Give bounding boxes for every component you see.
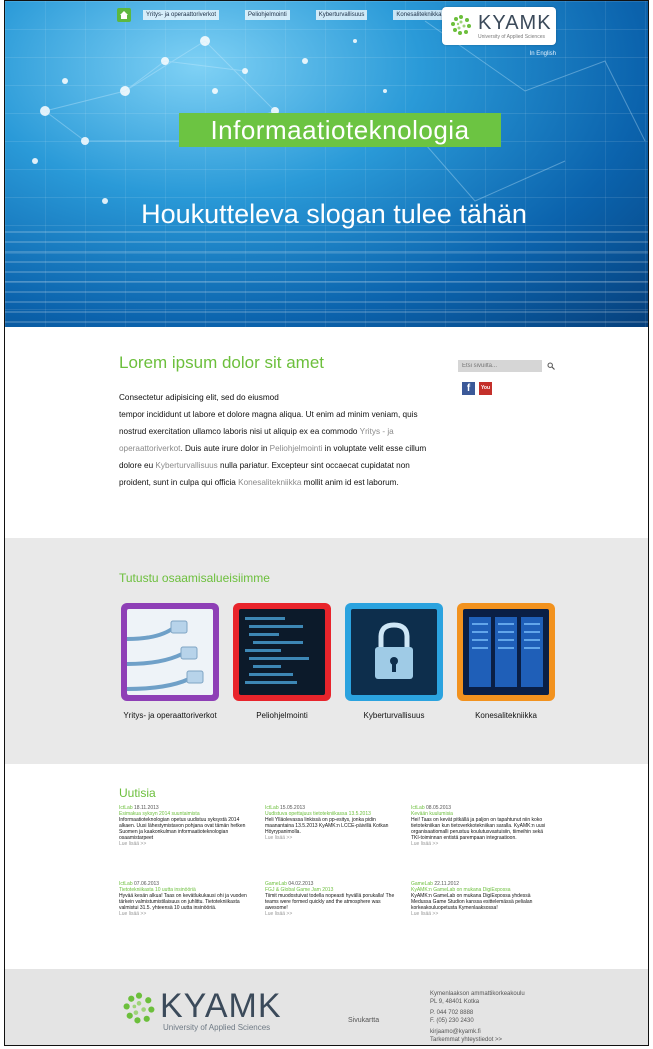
language-link[interactable]: In English [530, 51, 556, 57]
news-read-more[interactable]: Lue lisää >> [411, 841, 438, 847]
hero-stripes [5, 231, 648, 327]
intro-link-game-programming[interactable]: Peliohjelmointi [270, 444, 323, 453]
search-input[interactable] [458, 360, 542, 372]
footer-contact: Kymenlaakson ammattikorkeakoulu PL 9, 48… [430, 991, 570, 1044]
news-read-more[interactable]: Lue lisää >> [411, 911, 438, 917]
footer-address-2: PL 9, 48401 Kotka [430, 998, 480, 1005]
news-item: GameLab 04.02.2013 FGJ & Global Game Jam… [265, 881, 401, 917]
footer-logo-name: KYAMK [160, 987, 282, 1025]
padlock-image [351, 609, 437, 695]
footer-logo-mark-icon [123, 992, 155, 1024]
nav-item-cybersecurity[interactable]: Kyberturvallisuus [315, 10, 368, 20]
nav-item-networks[interactable]: Yritys- ja operaattoriverkot [143, 10, 220, 20]
logo-name: KYAMK [478, 12, 552, 34]
header-logo[interactable]: KYAMK University of Applied Sciences [442, 7, 556, 45]
tile-cybersecurity[interactable] [345, 603, 443, 701]
footer: KYAMK University of Applied Sciences Siv… [5, 969, 648, 1045]
news-read-more[interactable]: Lue lisää >> [119, 841, 146, 847]
search-icon[interactable] [547, 362, 555, 370]
code-screen-image [239, 609, 325, 695]
intro-body-2: . Duis aute irure dolor in [180, 444, 270, 453]
intro-lead: Consectetur adipisicing elit, sed do eiu… [119, 393, 279, 402]
sitemap-link[interactable]: Sivukartta [348, 1017, 379, 1024]
news-read-more[interactable]: Lue lisää >> [265, 911, 292, 917]
network-cable-image [125, 609, 213, 695]
news-item: IctLab 18.11.2013 Esimakua syksyn 2014 s… [119, 805, 255, 847]
home-icon [120, 11, 128, 19]
facebook-icon[interactable]: f [462, 382, 475, 395]
intro-link-cybersecurity[interactable]: Kyberturvallisuus [155, 461, 217, 470]
areas-title: Tutustu osaamisalueisiimme [119, 571, 270, 585]
youtube-icon[interactable]: You Tube [479, 382, 492, 404]
news-read-more[interactable]: Lue lisää >> [119, 911, 146, 917]
tile-label-datacenter[interactable]: Konesalitekniikka [451, 711, 561, 720]
news-item: IctLab 07.06.2013 Tietotekniikasta 10 uu… [119, 881, 255, 917]
intro-link-datacenter[interactable]: Konesalitekniikka [238, 478, 301, 487]
news-body: Tiimit muodostuivat todella nopeasti hyv… [265, 893, 395, 911]
footer-contact-link[interactable]: Tarkemmat yhteystiedot >> [430, 1037, 502, 1043]
page-frame: Yritys- ja operaattoriverkot Peliohjelmo… [4, 0, 649, 1046]
footer-email[interactable]: kirjaamo@kyamk.fi [430, 1029, 481, 1035]
news-title: Uutisia [119, 786, 156, 800]
intro-body-5: mollit anim id est laborum. [301, 478, 399, 487]
intro-text: Consectetur adipisicing elit, sed do eiu… [119, 389, 439, 491]
home-button[interactable] [117, 8, 131, 22]
tile-label-cybersecurity[interactable]: Kyberturvallisuus [339, 711, 449, 720]
news-body: Hei! Taas on kevät pitkällä ja paljon on… [411, 817, 546, 841]
nav-item-datacenter[interactable]: Konesaliteknikka [393, 10, 445, 20]
footer-fax: F. (05) 230 2430 [430, 1017, 474, 1024]
logo-subtitle: University of Applied Sciences [478, 34, 545, 40]
news-body: KyAMK:n GameLab on mukana DigiExpossa yh… [411, 893, 533, 911]
footer-phone: P. 044 702 8888 [430, 1010, 474, 1016]
nav-item-game-programming[interactable]: Peliohjelmointi [245, 10, 290, 20]
news-body: Heli Ylläolevassa linkissä on pp-esitys,… [265, 817, 389, 835]
footer-address-1: Kymenlaakson ammattikorkeakoulu [430, 991, 525, 997]
footer-logo-subtitle: University of Applied Sciences [163, 1023, 271, 1032]
logo-mark-icon [451, 15, 471, 35]
news-item: GameLab 22.11.2012 KyAMK:n GameLab on mu… [411, 881, 547, 917]
tile-label-game-programming[interactable]: Peliohjelmointi [227, 711, 337, 720]
tile-networks[interactable] [121, 603, 219, 701]
hero-banner: Yritys- ja operaattoriverkot Peliohjelmo… [5, 1, 648, 327]
hero-title-banner: Informaatioteknologia [179, 113, 501, 147]
hero-slogan: Houkutteleva slogan tulee tähän [141, 199, 527, 229]
tile-datacenter[interactable] [457, 603, 555, 701]
tile-label-networks[interactable]: Yritys- ja operaattoriverkot [115, 711, 225, 720]
server-room-image [463, 609, 549, 695]
tile-game-programming[interactable] [233, 603, 331, 701]
news-body: Informaatioteknologian opetus uudistuu s… [119, 817, 246, 841]
news-item: IctLab 15.05.2013 Uudistuva opettajuus t… [265, 805, 401, 841]
news-read-more[interactable]: Lue lisää >> [265, 835, 292, 841]
news-body: Hyvää kesän alkua! Taas on kevätlukukaus… [119, 893, 247, 911]
news-item: IctLab 08.05.2013 Kevään kuulumisia Hei!… [411, 805, 547, 847]
top-navigation: Yritys- ja operaattoriverkot Peliohjelmo… [117, 8, 470, 22]
intro-title: Lorem ipsum dolor sit amet [119, 353, 325, 372]
